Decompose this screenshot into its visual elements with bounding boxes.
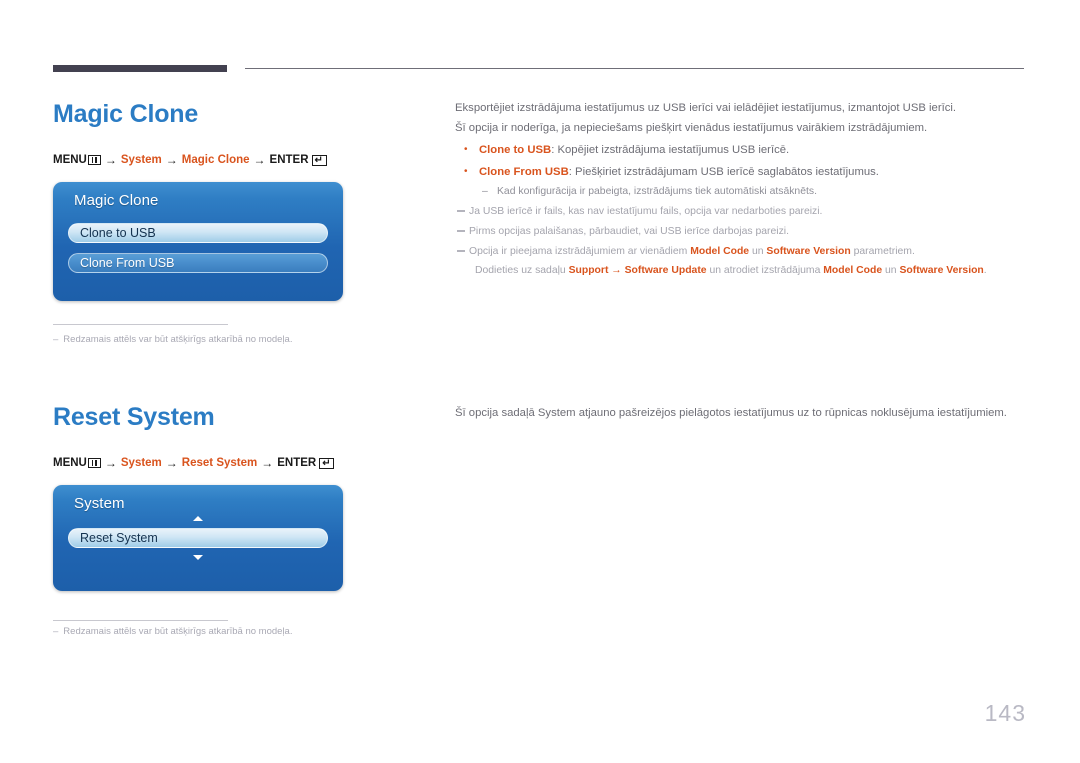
menu-path-arrow-1: → [104,153,117,167]
menu-path-enter-label-2: ENTER [277,457,317,469]
paragraph-1: Eksportējiet izstrādājuma iestatījumus u… [455,102,957,114]
note-model-code-mid: un [749,246,767,257]
menu-path-step-magic-clone: Magic Clone [181,154,250,166]
menu-icon [87,155,101,165]
osd-item-clone-from-usb[interactable]: Clone From USB [68,253,328,273]
body-column-reset-system: Šī opcija sadaļā System atjauno pašreizē… [455,403,1030,423]
menu-path-step-reset-system: Reset System [181,457,258,469]
footnote-2-text: Redzamais attēls var būt atšķirīgs atkar… [63,626,293,637]
note-usb-file: Ja USB ierīcē ir fails, kas nav iestatīj… [455,202,1030,221]
enter-key-icon-2: ↵ [319,457,335,469]
bullet-term-clone-to-usb: Clone to USB [479,144,552,156]
menu-path-step-system-2: System [120,457,162,469]
menu-path-arrow-6: → [261,456,274,470]
header-rule-thick [53,65,227,72]
note-term-model-code: Model Code [690,246,750,257]
menu-path-arrow-4: → [104,456,117,470]
note-support-path: Dodieties uz sadaļu Support → Software U… [455,261,1030,280]
osd-item-clone-to-usb[interactable]: Clone to USB [68,223,328,243]
osd-title-system: System [74,495,125,512]
menu-path-enter-label: ENTER [269,154,309,166]
menu-path-menu-label-2: MENU [53,457,87,469]
note-usb-check: Pirms opcijas palaišanas, pārbaudiet, va… [455,222,1030,241]
enter-return-glyph-2: ↵ [322,457,331,469]
page-number: 143 [984,700,1026,726]
bullet-text-clone-to-usb: : Kopējiet izstrādājuma iestatījumus USB… [551,144,790,156]
note-support-post: . [983,265,987,276]
section-heading-magic-clone: Magic Clone [53,100,199,128]
bullet-text-clone-from-usb: : Piešķiriet izstrādājumam USB ierīcē sa… [568,166,879,178]
enter-return-glyph: ↵ [314,154,323,166]
header-rule-thin [245,68,1024,69]
scroll-up-arrow-icon[interactable] [193,516,203,521]
note-model-code-post: parametriem. [850,246,915,257]
bullet-clone-from-usb: Clone From USB: Piešķiriet izstrādājumam… [455,162,1030,182]
note-term-support: Support [568,265,609,276]
footnote-rule-1 [53,324,228,325]
note-term-software-version-2: Software Version [899,265,984,276]
menu-path-step-system: System [120,154,162,166]
menu-path-menu-label: MENU [53,154,87,166]
footnote-1-dash: – [53,334,59,345]
paragraph-2: Šī opcija ir noderīga, ja nepieciešams p… [455,122,928,134]
menu-path-arrow-3: → [253,153,266,167]
sub-dash-note: Kad konfigurācija ir pabeigta, izstrādāj… [455,182,1030,201]
osd-title-magic-clone: Magic Clone [74,192,159,209]
menu-path-reset-system: MENU → System → Reset System → ENTER ↵ [53,456,335,470]
note-support-arrow: → [608,265,625,276]
osd-panel-system: System Reset System [53,485,343,591]
note-support-mid2: un [882,265,900,276]
note-term-software-version: Software Version [766,246,851,257]
paragraph-reset-system: Šī opcija sadaļā System atjauno pašreizē… [455,407,1007,419]
note-model-code: Opcija ir pieejama izstrādājumiem ar vie… [455,242,1030,261]
menu-path-arrow-2: → [165,153,178,167]
scroll-down-arrow-icon[interactable] [193,555,203,560]
footnote-rule-2 [53,620,228,621]
menu-icon-2 [87,458,101,468]
footnote-1: – Redzamais attēls var būt atšķirīgs atka… [53,334,292,345]
menu-path-magic-clone: MENU → System → Magic Clone → ENTER ↵ [53,153,327,167]
bullet-clone-to-usb: Clone to USB: Kopējiet izstrādājuma iest… [455,140,1030,160]
menu-path-arrow-5: → [165,456,178,470]
bullet-term-clone-from-usb: Clone From USB [479,166,569,178]
footnote-2-dash: – [53,626,59,637]
note-model-code-pre: Opcija ir pieejama izstrādājumiem ar vie… [469,246,691,257]
note-support-mid: un atrodiet izstrādājuma [706,265,824,276]
osd-item-reset-system[interactable]: Reset System [68,528,328,548]
footnote-2: – Redzamais attēls var būt atšķirīgs atka… [53,626,292,637]
note-term-software-update: Software Update [624,265,707,276]
section-heading-reset-system: Reset System [53,403,215,431]
document-page: Magic Clone MENU → System → Magic Clone … [0,0,1080,763]
body-column-magic-clone: Eksportējiet izstrādājuma iestatījumus u… [455,98,1030,280]
enter-key-icon: ↵ [311,154,327,166]
footnote-1-text: Redzamais attēls var būt atšķirīgs atkar… [63,334,293,345]
note-term-model-code-2: Model Code [823,265,883,276]
note-support-pre: Dodieties uz sadaļu [475,265,569,276]
osd-panel-magic-clone: Magic Clone Clone to USB Clone From USB [53,182,343,301]
